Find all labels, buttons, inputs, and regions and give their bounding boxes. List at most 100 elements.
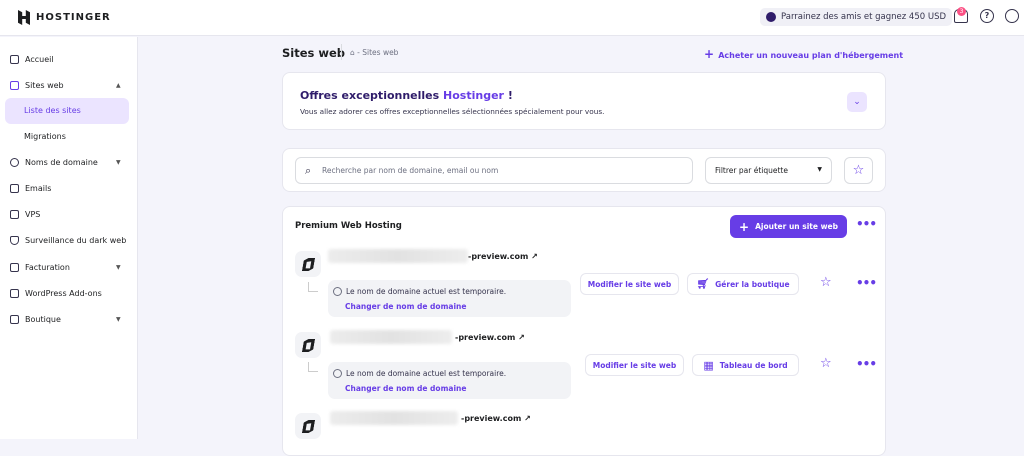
help-icon[interactable]: ?	[980, 9, 994, 23]
site-icon	[295, 251, 321, 277]
expand-chevron-icon[interactable]: ⌄	[847, 92, 867, 112]
site-icon	[295, 413, 321, 439]
chevron-up-icon: ▲	[116, 81, 121, 89]
sidebar: Accueil Sites web ▲ Liste des sites Migra…	[0, 37, 138, 439]
notice-text: Le nom de domaine actuel est temporaire.	[346, 287, 507, 296]
temporary-domain-notice: Le nom de domaine actuel est temporaire.…	[328, 280, 571, 317]
favorite-filter-button[interactable]: ☆	[844, 157, 873, 184]
search-card: ⌕ Recherche par nom de domaine, email ou…	[282, 148, 886, 192]
edit-website-button[interactable]: Modifier le site web	[585, 354, 684, 376]
blurred-domain	[330, 411, 458, 425]
referral-label: Parrainez des amis et gagnez 450 USD	[781, 12, 947, 22]
sidebar-item-boutique[interactable]: Boutique ▼	[10, 312, 121, 326]
buy-plan-label: Acheter un nouveau plan d'hébergement	[718, 51, 904, 60]
label: Accueil	[25, 54, 54, 64]
tree-connector	[308, 362, 318, 372]
store-icon	[10, 314, 19, 324]
external-link-icon: ↗	[531, 252, 538, 261]
mail-icon	[10, 183, 19, 193]
globe-icon	[10, 157, 19, 167]
dashboard-icon: ▦	[703, 358, 714, 372]
cart-icon: 🛒︎	[696, 278, 710, 290]
site-domain-link[interactable]: -preview.com ↗	[455, 333, 525, 342]
hosting-title: Premium Web Hosting	[295, 221, 402, 231]
browser-icon	[10, 80, 19, 90]
home-icon	[10, 54, 19, 64]
billing-icon	[10, 262, 19, 272]
more-options-icon[interactable]: •••	[856, 217, 877, 231]
favorite-star-icon[interactable]: ☆	[820, 275, 832, 290]
offers-subtitle: Vous allez adorer ces offres exceptionne…	[300, 107, 605, 116]
sidebar-item-wordpress-addons[interactable]: WordPress Add-ons	[10, 286, 102, 300]
external-link-icon: ↗	[518, 333, 525, 342]
temporary-domain-notice: Le nom de domaine actuel est temporaire.…	[328, 362, 571, 399]
offers-card: Offres exceptionnelles Hostinger ! Vous …	[282, 72, 886, 130]
tag-filter-select[interactable]: Filtrer par étiquette ▼	[705, 157, 832, 184]
globe-settings-icon	[333, 287, 342, 296]
site-domain-link[interactable]: -preview.com ↗	[461, 414, 531, 423]
sidebar-item-migrations[interactable]: Migrations	[24, 132, 66, 141]
notification-badge: 3	[957, 7, 966, 16]
label: Emails	[25, 183, 52, 193]
more-options-icon[interactable]: •••	[856, 357, 877, 371]
chevron-down-icon: ▼	[116, 315, 121, 323]
manage-store-label: Gérer la boutique	[715, 279, 790, 289]
label: VPS	[25, 209, 41, 219]
search-placeholder: Recherche par nom de domaine, email ou n…	[322, 166, 499, 175]
chevron-down-icon: ▼	[817, 166, 822, 173]
logo-icon	[18, 10, 30, 25]
globe-settings-icon	[333, 369, 342, 378]
offers-title: Offres exceptionnelles Hostinger !	[300, 89, 513, 102]
tree-connector	[308, 282, 318, 292]
discount-icon	[766, 12, 776, 22]
account-icon[interactable]	[1005, 9, 1019, 23]
sidebar-item-liste-des-sites[interactable]: Liste des sites	[24, 106, 81, 115]
chevron-down-icon: ▼	[116, 263, 121, 271]
blurred-domain	[330, 330, 452, 344]
blurred-domain	[328, 249, 468, 263]
sidebar-item-accueil[interactable]: Accueil	[10, 52, 54, 66]
referral-button[interactable]: Parrainez des amis et gagnez 450 USD	[760, 8, 953, 26]
label: WordPress Add-ons	[25, 288, 102, 298]
sidebar-item-emails[interactable]: Emails	[10, 181, 51, 195]
server-icon	[10, 209, 19, 219]
sidebar-item-vps[interactable]: VPS	[10, 207, 40, 221]
add-website-label: Ajouter un site web	[755, 222, 838, 231]
manage-store-button[interactable]: 🛒︎ Gérer la boutique	[687, 273, 799, 295]
sidebar-item-sites-web[interactable]: Sites web ▲	[10, 78, 121, 92]
divider	[341, 44, 342, 60]
more-options-icon[interactable]: •••	[856, 276, 877, 290]
label: Boutique	[25, 314, 61, 324]
buy-plan-link[interactable]: + Acheter un nouveau plan d'hébergement	[704, 47, 903, 61]
chevron-down-icon: ▼	[116, 158, 121, 166]
brand-name: HOSTINGER	[36, 12, 111, 23]
edit-website-button[interactable]: Modifier le site web	[580, 273, 679, 295]
dashboard-label: Tableau de bord	[719, 360, 788, 370]
label: Facturation	[25, 262, 70, 272]
site-domain-link[interactable]: -preview.com ↗	[468, 252, 538, 261]
grid-icon	[10, 288, 19, 298]
sidebar-item-dark-web[interactable]: Surveillance du dark web	[10, 233, 126, 247]
filter-label: Filtrer par étiquette	[715, 166, 788, 175]
add-website-button[interactable]: + Ajouter un site web	[730, 215, 847, 238]
breadcrumb-label: - Sites web	[357, 48, 399, 57]
change-domain-link[interactable]: Changer de nom de domaine	[345, 384, 466, 393]
page-title: Sites web	[282, 46, 346, 60]
change-domain-link[interactable]: Changer de nom de domaine	[345, 302, 466, 311]
sidebar-item-domaines[interactable]: Noms de domaine ▼	[10, 155, 121, 169]
favorite-star-icon[interactable]: ☆	[820, 356, 832, 371]
dashboard-button[interactable]: ▦ Tableau de bord	[692, 354, 799, 376]
label: Surveillance du dark web	[25, 235, 127, 245]
notice-text: Le nom de domaine actuel est temporaire.	[346, 369, 507, 378]
plus-icon: +	[704, 47, 719, 61]
breadcrumb[interactable]: ⌂ - Sites web	[350, 48, 398, 57]
search-icon: ⌕	[305, 164, 312, 177]
plus-icon: +	[739, 219, 750, 234]
shield-icon	[10, 235, 19, 245]
sidebar-item-facturation[interactable]: Facturation ▼	[10, 260, 121, 274]
label: Noms de domaine	[25, 157, 98, 167]
site-icon	[295, 332, 321, 358]
top-bar: HOSTINGER Parrainez des amis et gagnez 4…	[0, 0, 1024, 36]
search-input[interactable]: ⌕ Recherche par nom de domaine, email ou…	[295, 157, 693, 184]
hostinger-logo[interactable]: HOSTINGER	[18, 10, 111, 25]
